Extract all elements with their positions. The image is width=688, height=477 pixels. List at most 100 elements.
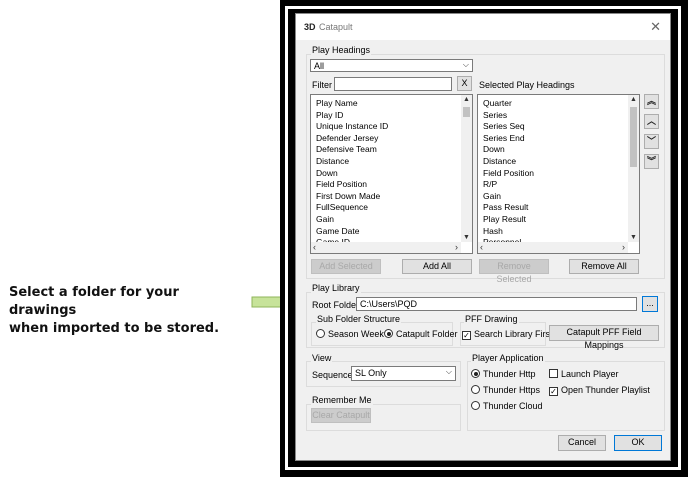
scroll-up-icon[interactable]: ▲ (463, 96, 470, 103)
list-item[interactable]: Hash (483, 226, 534, 238)
root-folder-input[interactable]: C:\Users\PQD (356, 297, 637, 311)
root-folder-value: C:\Users\PQD (360, 299, 418, 309)
callout-line-2: when imported to be stored. (9, 321, 220, 336)
remember-me-label: Remember Me (311, 395, 373, 405)
root-folder-label: Root Folder (312, 300, 360, 310)
list-item[interactable]: Quarter (483, 98, 534, 110)
available-horizontal-scrollbar[interactable]: ‹ › (311, 242, 461, 253)
down-icon: ﹀ (646, 136, 656, 146)
selected-vertical-scrollbar[interactable]: ▲ ▼ (628, 95, 639, 242)
radio-circle (471, 401, 480, 410)
list-item[interactable]: Field Position (316, 179, 388, 191)
catapult-dialog: 3D Catapult ✕ Play Headings All ⌵ Filter… (295, 13, 671, 461)
play-headings-combo-value: All (314, 61, 325, 71)
list-item[interactable]: Play ID (316, 110, 388, 122)
play-headings-combo[interactable]: All ⌵ (310, 59, 473, 72)
list-item[interactable]: Field Position (483, 168, 534, 180)
scroll-left-icon[interactable]: ‹ (480, 242, 483, 252)
search-library-first-checkbox[interactable]: ✓ Search Library First (462, 329, 553, 340)
chevron-down-icon: ⌵ (445, 367, 452, 376)
move-up-button[interactable]: ︿ (644, 114, 659, 129)
check-icon: ✓ (462, 331, 471, 340)
list-item[interactable]: Distance (316, 156, 388, 168)
scroll-right-icon[interactable]: › (622, 242, 625, 252)
play-headings-label: Play Headings (311, 45, 372, 55)
move-down-button[interactable]: ﹀ (644, 134, 659, 149)
thunder-http-radio[interactable]: Thunder Http (471, 369, 536, 379)
browse-folder-button[interactable]: ... (642, 296, 658, 312)
filter-input[interactable] (334, 77, 452, 91)
scroll-thumb[interactable] (463, 107, 470, 117)
radio-circle-selected (384, 329, 393, 338)
radio-circle-selected (471, 369, 480, 378)
list-item[interactable]: Play Result (483, 214, 534, 226)
cancel-button[interactable]: Cancel (558, 435, 606, 451)
scroll-down-icon[interactable]: ▼ (463, 234, 470, 241)
selected-horizontal-scrollbar[interactable]: ‹ › (478, 242, 628, 253)
scroll-up-icon[interactable]: ▲ (630, 96, 637, 103)
list-item[interactable]: Series End (483, 133, 534, 145)
remove-selected-button[interactable]: Remove Selected (479, 259, 549, 284)
up-icon: ︿ (646, 116, 656, 126)
list-item[interactable]: FullSequence (316, 202, 388, 214)
launch-player-checkbox[interactable]: Launch Player (549, 369, 619, 379)
close-icon[interactable]: ✕ (650, 19, 661, 35)
list-item[interactable]: Down (316, 168, 388, 180)
thunder-cloud-radio[interactable]: Thunder Cloud (471, 401, 543, 411)
scroll-left-icon[interactable]: ‹ (313, 242, 316, 252)
checkbox-box (549, 369, 558, 378)
add-all-button[interactable]: Add All (402, 259, 472, 274)
pff-field-mappings-button[interactable]: Catapult PFF Field Mappings (549, 325, 659, 350)
list-item[interactable]: Play Name (316, 98, 388, 110)
clear-catapult-button[interactable]: Clear Catapult (311, 408, 371, 423)
radio-circle (316, 329, 325, 338)
list-item[interactable]: Down (483, 144, 534, 156)
selected-play-headings-label: Selected Play Headings (479, 80, 575, 90)
view-label: View (311, 353, 333, 363)
list-item[interactable]: Series Seq (483, 121, 534, 133)
list-item[interactable]: Defensive Team (316, 144, 388, 156)
scroll-down-icon[interactable]: ▼ (630, 234, 637, 241)
list-item[interactable]: Gain (483, 191, 534, 203)
list-item[interactable]: Distance (483, 156, 534, 168)
chevron-down-icon: ⌵ (462, 60, 469, 69)
scroll-thumb[interactable] (630, 107, 637, 167)
selected-headings-list[interactable]: Quarter Series Series Seq Series End Down Dis… (477, 94, 640, 254)
selected-headings-items: Quarter Series Series Seq Series End Down Dis… (483, 98, 534, 249)
list-item[interactable]: Defender Jersey (316, 133, 388, 145)
add-selected-button[interactable]: Add Selected (311, 259, 381, 274)
catapult-folder-radio[interactable]: Catapult Folder (384, 329, 458, 339)
thunder-https-radio[interactable]: Thunder Https (471, 385, 540, 395)
list-item[interactable]: R/P (483, 179, 534, 191)
list-item[interactable]: First Down Made (316, 191, 388, 203)
open-thunder-playlist-checkbox[interactable]: ✓ Open Thunder Playlist (549, 385, 650, 396)
sequence-label: Sequence (312, 370, 353, 380)
list-item[interactable]: Pass Result (483, 202, 534, 214)
available-vertical-scrollbar[interactable]: ▲ ▼ (461, 95, 472, 242)
remove-all-button[interactable]: Remove All (569, 259, 639, 274)
radio-circle (471, 385, 480, 394)
sub-folder-structure-label: Sub Folder Structure (316, 314, 402, 324)
available-headings-list[interactable]: Play Name Play ID Unique Instance ID Defend… (310, 94, 473, 254)
instruction-callout: Select a folder for your drawings when i… (9, 284, 249, 338)
pff-drawing-label: PFF Drawing (464, 314, 519, 324)
dialog-title: Catapult (319, 22, 353, 32)
list-item[interactable]: Game Date (316, 226, 388, 238)
scroll-right-icon[interactable]: › (455, 242, 458, 252)
player-application-label: Player Application (471, 353, 545, 363)
check-icon: ✓ (549, 387, 558, 396)
list-item[interactable]: Gain (316, 214, 388, 226)
double-down-icon: ︾ (646, 156, 656, 166)
app-icon: 3D (304, 22, 316, 32)
filter-label: Filter (312, 80, 332, 90)
ok-button[interactable]: OK (614, 435, 662, 451)
play-library-label: Play Library (311, 283, 361, 293)
double-up-icon: ︽ (646, 96, 656, 106)
season-week-radio[interactable]: Season Week (316, 329, 384, 339)
move-to-bottom-button[interactable]: ︾ (644, 154, 659, 169)
list-item[interactable]: Series (483, 110, 534, 122)
sequence-combo[interactable]: SL Only ⌵ (351, 366, 456, 381)
filter-clear-button[interactable]: X (457, 76, 472, 91)
move-to-top-button[interactable]: ︽ (644, 94, 659, 109)
list-item[interactable]: Unique Instance ID (316, 121, 388, 133)
